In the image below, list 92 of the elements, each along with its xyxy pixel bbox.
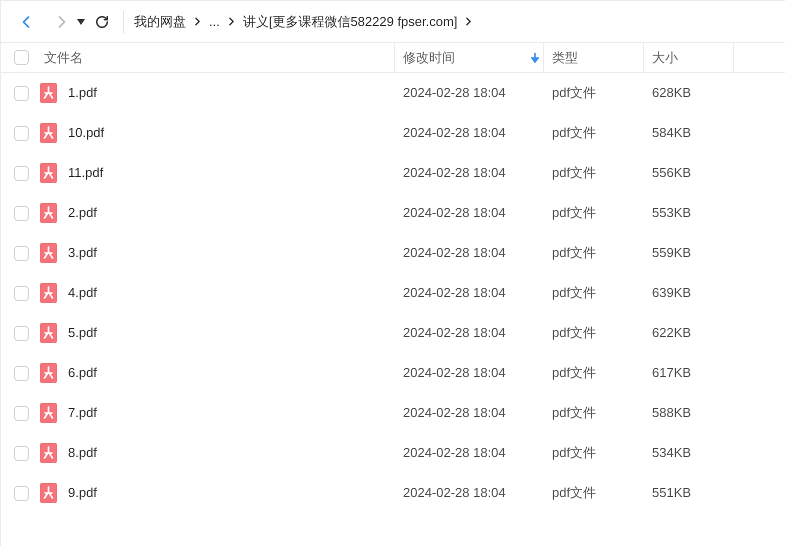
file-row[interactable]: 5.pdf 2024-02-28 18:04 pdf文件 622KB [1,313,785,353]
file-row[interactable]: 11.pdf 2024-02-28 18:04 pdf文件 556KB [1,153,785,193]
pdf-file-icon [40,123,57,143]
refresh-icon[interactable] [95,14,109,28]
file-size: 534KB [652,445,692,460]
checkbox[interactable] [14,286,29,300]
file-type: pdf文件 [552,245,596,260]
file-type: pdf文件 [552,125,596,140]
file-name: 11.pdf [68,164,104,182]
column-title: 文件名 [44,48,83,67]
file-size: 639KB [652,285,692,300]
pdf-file-icon [40,403,57,423]
modified-time: 2024-02-28 18:04 [403,445,506,460]
dropdown-caret-icon[interactable] [77,16,87,26]
file-type: pdf文件 [552,285,596,300]
modified-time: 2024-02-28 18:04 [403,125,506,140]
checkbox[interactable] [14,366,29,380]
checkbox[interactable] [14,86,29,100]
file-row[interactable]: 1.pdf 2024-02-28 18:04 pdf文件 628KB [1,73,785,113]
modified-time: 2024-02-28 18:04 [403,325,506,340]
file-row[interactable]: 7.pdf 2024-02-28 18:04 pdf文件 588KB [1,393,785,433]
file-type: pdf文件 [552,405,596,420]
file-name: 1.pdf [68,84,97,102]
breadcrumb-item[interactable]: ... [209,12,220,32]
file-row[interactable]: 2.pdf 2024-02-28 18:04 pdf文件 553KB [1,193,785,233]
file-name: 5.pdf [68,324,97,342]
file-type: pdf文件 [552,325,596,340]
pdf-file-icon [40,243,57,263]
column-header[interactable]: 大小 [644,43,734,72]
file-row[interactable]: 4.pdf 2024-02-28 18:04 pdf文件 639KB [1,273,785,313]
file-size: 551KB [652,485,692,500]
file-size: 588KB [652,405,692,420]
pdf-file-icon [40,483,57,503]
file-name: 2.pdf [68,204,97,222]
modified-time: 2024-02-28 18:04 [403,485,506,500]
file-size: 628KB [652,85,692,100]
file-type: pdf文件 [552,165,596,180]
file-row[interactable]: 6.pdf 2024-02-28 18:04 pdf文件 617KB [1,353,785,393]
checkbox[interactable] [14,50,29,65]
file-size: 617KB [652,365,692,380]
file-size: 553KB [652,205,692,220]
pdf-file-icon [40,163,57,183]
pdf-file-icon [40,203,57,223]
file-row[interactable]: 10.pdf 2024-02-28 18:04 pdf文件 584KB [1,113,785,153]
checkbox[interactable] [14,486,29,500]
file-type: pdf文件 [552,485,596,500]
pdf-file-icon [40,283,57,303]
file-type: pdf文件 [552,205,596,220]
column-title: 大小 [652,48,678,67]
file-size: 622KB [652,325,692,340]
modified-time: 2024-02-28 18:04 [403,365,506,380]
modified-time: 2024-02-28 18:04 [403,245,506,260]
modified-time: 2024-02-28 18:04 [403,205,506,220]
pdf-file-icon [40,363,57,383]
file-name: 3.pdf [68,244,97,262]
modified-time: 2024-02-28 18:04 [403,165,506,180]
file-name: 4.pdf [68,284,97,302]
checkbox[interactable] [14,406,29,420]
column-header[interactable]: 类型 [544,43,644,72]
checkbox[interactable] [14,246,29,260]
file-row[interactable]: 9.pdf 2024-02-28 18:04 pdf文件 551KB [1,473,785,513]
file-size: 556KB [652,165,692,180]
modified-time: 2024-02-28 18:04 [403,405,506,420]
breadcrumb-item[interactable]: 我的网盘 [134,12,186,32]
pdf-file-icon [40,83,57,103]
checkbox[interactable] [14,126,29,140]
file-type: pdf文件 [552,85,596,100]
breadcrumb-item[interactable]: 讲义[更多课程微信582229 fpser.com] [242,12,458,32]
file-row[interactable]: 3.pdf 2024-02-28 18:04 pdf文件 559KB [1,233,785,273]
column-title: 类型 [552,48,578,67]
column-title: 修改时间 [403,48,455,67]
modified-time: 2024-02-28 18:04 [403,285,506,300]
file-name: 8.pdf [68,444,97,462]
file-name: 9.pdf [68,484,97,502]
pdf-file-icon [40,323,57,343]
file-name: 7.pdf [68,404,97,422]
checkbox[interactable] [14,166,29,180]
file-name: 10.pdf [68,124,104,142]
file-type: pdf文件 [552,445,596,460]
file-size: 584KB [652,125,692,140]
file-type: pdf文件 [552,365,596,380]
pdf-file-icon [40,443,57,463]
file-row[interactable]: 8.pdf 2024-02-28 18:04 pdf文件 534KB [1,433,785,473]
checkbox[interactable] [14,446,29,460]
column-header[interactable]: 文件名 [44,43,394,72]
column-header[interactable]: 修改时间 [395,43,544,72]
checkbox[interactable] [14,206,29,220]
checkbox[interactable] [14,326,29,340]
file-name: 6.pdf [68,364,97,382]
modified-time: 2024-02-28 18:04 [403,85,506,100]
file-size: 559KB [652,245,692,260]
sort-arrow-icon [531,52,539,62]
